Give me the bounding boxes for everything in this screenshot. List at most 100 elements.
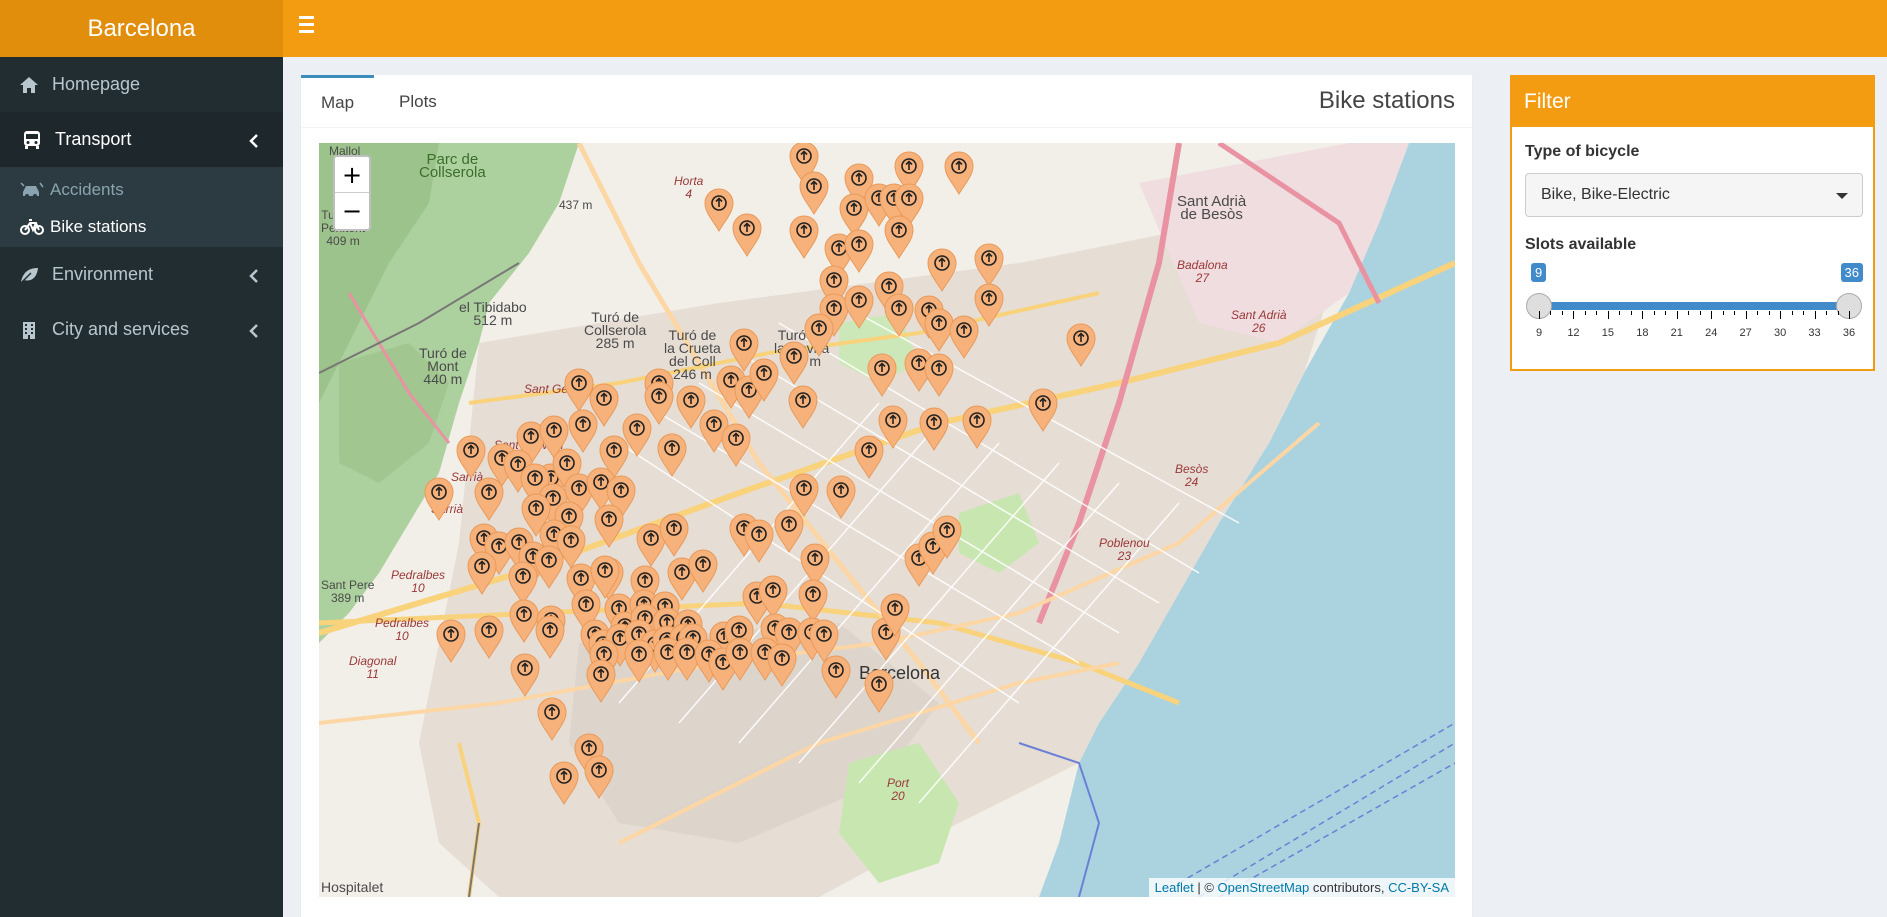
bicycle-marker-icon[interactable] xyxy=(748,358,780,402)
zoom-control: + − xyxy=(333,155,371,231)
bicycle-marker-icon[interactable] xyxy=(923,353,955,397)
osm-link[interactable]: OpenStreetMap xyxy=(1218,880,1310,895)
license-link[interactable]: CC-BY-SA xyxy=(1388,880,1449,895)
bike-stations-map[interactable]: Parc de Collserola el Tibidabo 512 m Tur… xyxy=(319,143,1455,897)
bicycle-marker-icon[interactable] xyxy=(687,549,719,593)
tab-map[interactable]: Map xyxy=(301,75,375,128)
slider-tick-label: 21 xyxy=(1670,327,1683,339)
bicycle-marker-icon[interactable] xyxy=(473,477,505,521)
sidebar-item-label: Bike stations xyxy=(50,216,147,236)
bike-station-markers xyxy=(319,143,1455,897)
bicycle-marker-icon[interactable] xyxy=(766,643,798,687)
bicycle-marker-icon[interactable] xyxy=(1027,388,1059,432)
bicycle-marker-icon[interactable] xyxy=(883,293,915,337)
leaflet-link[interactable]: Leaflet xyxy=(1155,880,1194,895)
sidebar-item-label: Environment xyxy=(52,264,154,284)
bicycle-marker-icon[interactable] xyxy=(961,405,993,449)
bicycle-marker-icon[interactable] xyxy=(423,477,455,521)
slider-minor-tick xyxy=(1619,311,1621,315)
sidebar-item-transport[interactable]: Transport xyxy=(0,112,283,167)
bicycle-marker-icon[interactable] xyxy=(593,504,625,548)
bicycle-marker-icon[interactable] xyxy=(623,639,655,683)
bicycle-marker-icon[interactable] xyxy=(466,551,498,595)
bicycle-marker-icon[interactable] xyxy=(743,519,775,563)
bicycle-marker-icon[interactable] xyxy=(853,435,885,479)
bicycle-marker-icon[interactable] xyxy=(583,755,615,799)
bicycle-marker-icon[interactable] xyxy=(656,433,688,477)
bicycle-marker-icon[interactable] xyxy=(731,213,763,257)
slider-track xyxy=(1539,302,1849,310)
sidebar-item-label: Homepage xyxy=(52,74,141,94)
bicycle-marker-icon[interactable] xyxy=(455,435,487,479)
bicycle-marker-icon[interactable] xyxy=(863,669,895,713)
bicycle-marker-icon[interactable] xyxy=(720,423,752,467)
slider-from-label: 9 xyxy=(1531,263,1547,282)
app-logo[interactable]: Barcelona xyxy=(0,0,283,57)
bicycle-marker-icon[interactable] xyxy=(536,697,568,741)
bicycle-marker-icon[interactable] xyxy=(1065,323,1097,367)
bicycle-marker-icon[interactable] xyxy=(843,285,875,329)
bicycle-marker-icon[interactable] xyxy=(931,515,963,559)
transport-submenu: Accidents Bike stations xyxy=(0,167,283,247)
bicycle-marker-icon[interactable] xyxy=(820,655,852,699)
slider-major-tick xyxy=(1711,311,1713,319)
slider-minor-tick xyxy=(1630,311,1632,315)
home-icon xyxy=(18,75,40,95)
slider-tick-label: 33 xyxy=(1808,327,1821,339)
bicycle-marker-icon[interactable] xyxy=(658,513,690,557)
bicycle-type-select[interactable]: Bike, Bike-Electric xyxy=(1525,173,1863,217)
bicycle-marker-icon[interactable] xyxy=(883,215,915,259)
bicycle-marker-icon[interactable] xyxy=(918,407,950,451)
bicycle-marker-icon[interactable] xyxy=(585,659,617,703)
bicycle-marker-icon[interactable] xyxy=(548,761,580,805)
slider-major-tick xyxy=(1814,311,1816,319)
tab-plots[interactable]: Plots xyxy=(379,75,457,128)
zoom-in-button[interactable]: + xyxy=(335,157,369,193)
slider-major-tick xyxy=(1676,311,1678,319)
bicycle-marker-icon[interactable] xyxy=(798,171,830,215)
slider-ticks: 9 12 15 18 21 24 27 30 33 36 xyxy=(1536,311,1855,341)
slider-major-tick xyxy=(1642,311,1644,319)
slider-minor-tick xyxy=(1561,311,1563,315)
car-crash-icon xyxy=(20,181,44,199)
bicycle-marker-icon[interactable] xyxy=(825,475,857,519)
bicycle-marker-icon[interactable] xyxy=(973,243,1005,287)
bicycle-marker-icon[interactable] xyxy=(943,151,975,195)
bicycle-marker-icon[interactable] xyxy=(926,248,958,292)
slider-major-tick xyxy=(1780,311,1782,319)
attribution-contributors: contributors, xyxy=(1309,880,1389,895)
bicycle-marker-icon[interactable] xyxy=(778,341,810,385)
bicycle-marker-icon[interactable] xyxy=(473,615,505,659)
leaf-icon xyxy=(18,265,40,285)
bicycle-marker-icon[interactable] xyxy=(621,413,653,457)
slots-range-slider[interactable]: 9 36 9 12 15 18 21 24 27 30 33 36 xyxy=(1525,263,1863,343)
slider-to-label: 36 xyxy=(1840,263,1863,282)
attribution-separator: | © xyxy=(1193,880,1218,895)
slider-minor-tick xyxy=(1757,311,1759,315)
box-title: Bike stations xyxy=(1318,87,1455,114)
chevron-left-icon xyxy=(249,267,259,288)
sidebar-item-accidents[interactable]: Accidents xyxy=(0,171,283,208)
bus-icon xyxy=(21,130,43,150)
slider-major-tick xyxy=(1573,311,1575,319)
bicycle-marker-icon[interactable] xyxy=(435,619,467,663)
slider-minor-tick xyxy=(1584,311,1586,315)
bicycle-marker-icon[interactable] xyxy=(509,653,541,697)
bicycle-marker-icon[interactable] xyxy=(879,593,911,637)
sidebar-item-environment[interactable]: Environment xyxy=(0,247,283,302)
building-icon xyxy=(18,320,40,340)
zoom-out-button[interactable]: − xyxy=(335,193,369,229)
chevron-left-icon xyxy=(249,132,259,153)
sidebar-item-label: Accidents xyxy=(50,179,124,199)
sidebar-item-bike-stations[interactable]: Bike stations xyxy=(0,208,283,245)
bicycle-marker-icon[interactable] xyxy=(866,353,898,397)
slots-label: Slots available xyxy=(1525,236,1637,253)
slider-minor-tick xyxy=(1791,311,1793,315)
sidebar-toggle-icon[interactable] xyxy=(299,16,319,36)
sidebar-item-city-services[interactable]: City and services xyxy=(0,302,283,357)
bicycle-marker-icon[interactable] xyxy=(567,409,599,453)
bicycle-marker-icon[interactable] xyxy=(788,215,820,259)
slider-minor-tick xyxy=(1768,311,1770,315)
bicycle-marker-icon[interactable] xyxy=(787,385,819,429)
sidebar-item-homepage[interactable]: Homepage xyxy=(0,57,283,112)
